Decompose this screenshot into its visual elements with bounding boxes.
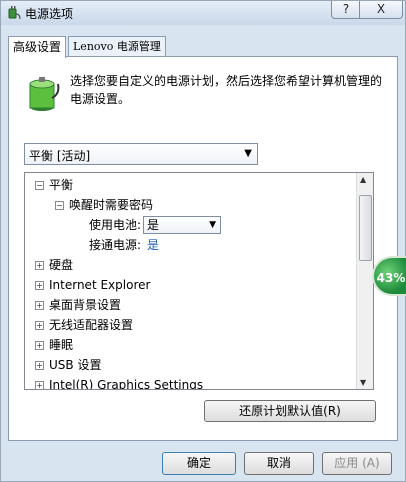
chevron-down-icon: ▼ (244, 148, 252, 159)
cancel-button[interactable]: 取消 (244, 452, 314, 475)
power-plan-select[interactable]: 平衡 [活动] ▼ (24, 143, 258, 165)
tab-lenovo-power-management[interactable]: Lenovo 电源管理 (68, 36, 166, 57)
on-battery-select[interactable]: 是 ▼ (143, 216, 221, 234)
chevron-down-icon: ▼ (209, 220, 216, 230)
performance-gauge[interactable]: 43% (372, 256, 406, 296)
plugged-in-label: 接通电源: (89, 238, 142, 252)
plugged-in-value[interactable]: 是 (147, 235, 159, 255)
expand-icon[interactable]: + (35, 321, 44, 330)
ok-button[interactable]: 确定 (162, 452, 236, 475)
tree-node-on-battery: 使用电池: 是 ▼ (25, 215, 355, 235)
expand-icon[interactable]: + (35, 281, 44, 290)
battery-icon (29, 77, 60, 111)
on-battery-label: 使用电池: (89, 218, 142, 232)
tree-label: 唤醒时需要密码 (69, 198, 154, 212)
scrollbar-thumb[interactable] (359, 195, 372, 261)
window-title: 电源选项 (25, 7, 74, 21)
apply-button[interactable]: 应用 (A) (322, 452, 392, 475)
tree-label: 平衡 (49, 178, 74, 192)
collapse-icon[interactable]: − (55, 201, 64, 210)
restore-defaults-button[interactable]: 还原计划默认值(R) (204, 400, 376, 422)
tree-label: Intel(R) Graphics Settings (49, 378, 204, 390)
settings-tree[interactable]: − 平衡 − 唤醒时需要密码 使用电池: 是 ▼ 接通电源: 是 + 硬盘 + … (24, 172, 374, 390)
vertical-scrollbar[interactable]: ▲ ▼ (356, 173, 373, 389)
on-battery-value: 是 (147, 218, 160, 232)
tree-label: Internet Explorer (49, 278, 151, 292)
expand-icon[interactable]: + (35, 261, 44, 270)
tree-label: 硬盘 (49, 258, 74, 272)
tree-label: 睡眠 (49, 338, 74, 352)
tree-label: 桌面背景设置 (49, 298, 122, 312)
close-button[interactable]: X (359, 1, 403, 19)
power-plan-value: 平衡 [活动] (29, 149, 91, 163)
expand-icon[interactable]: + (35, 381, 44, 389)
help-button[interactable]: ? (331, 1, 361, 19)
collapse-icon[interactable]: − (35, 181, 44, 190)
expand-icon[interactable]: + (35, 361, 44, 370)
scroll-down-icon[interactable]: ▼ (360, 378, 366, 387)
power-plug-icon (8, 6, 21, 20)
expand-icon[interactable]: + (35, 301, 44, 310)
tab-advanced-settings[interactable]: 高级设置 (8, 36, 67, 58)
tree-label: 无线适配器设置 (49, 318, 134, 332)
expand-icon[interactable]: + (35, 341, 44, 350)
description-text: 选择您要自定义的电源计划，然后选择您希望计算机管理的电源设置。 (70, 74, 383, 106)
scroll-up-icon[interactable]: ▲ (360, 175, 366, 184)
tree-label: USB 设置 (49, 358, 102, 372)
title-bar: 电源选项 ? X (1, 1, 405, 25)
